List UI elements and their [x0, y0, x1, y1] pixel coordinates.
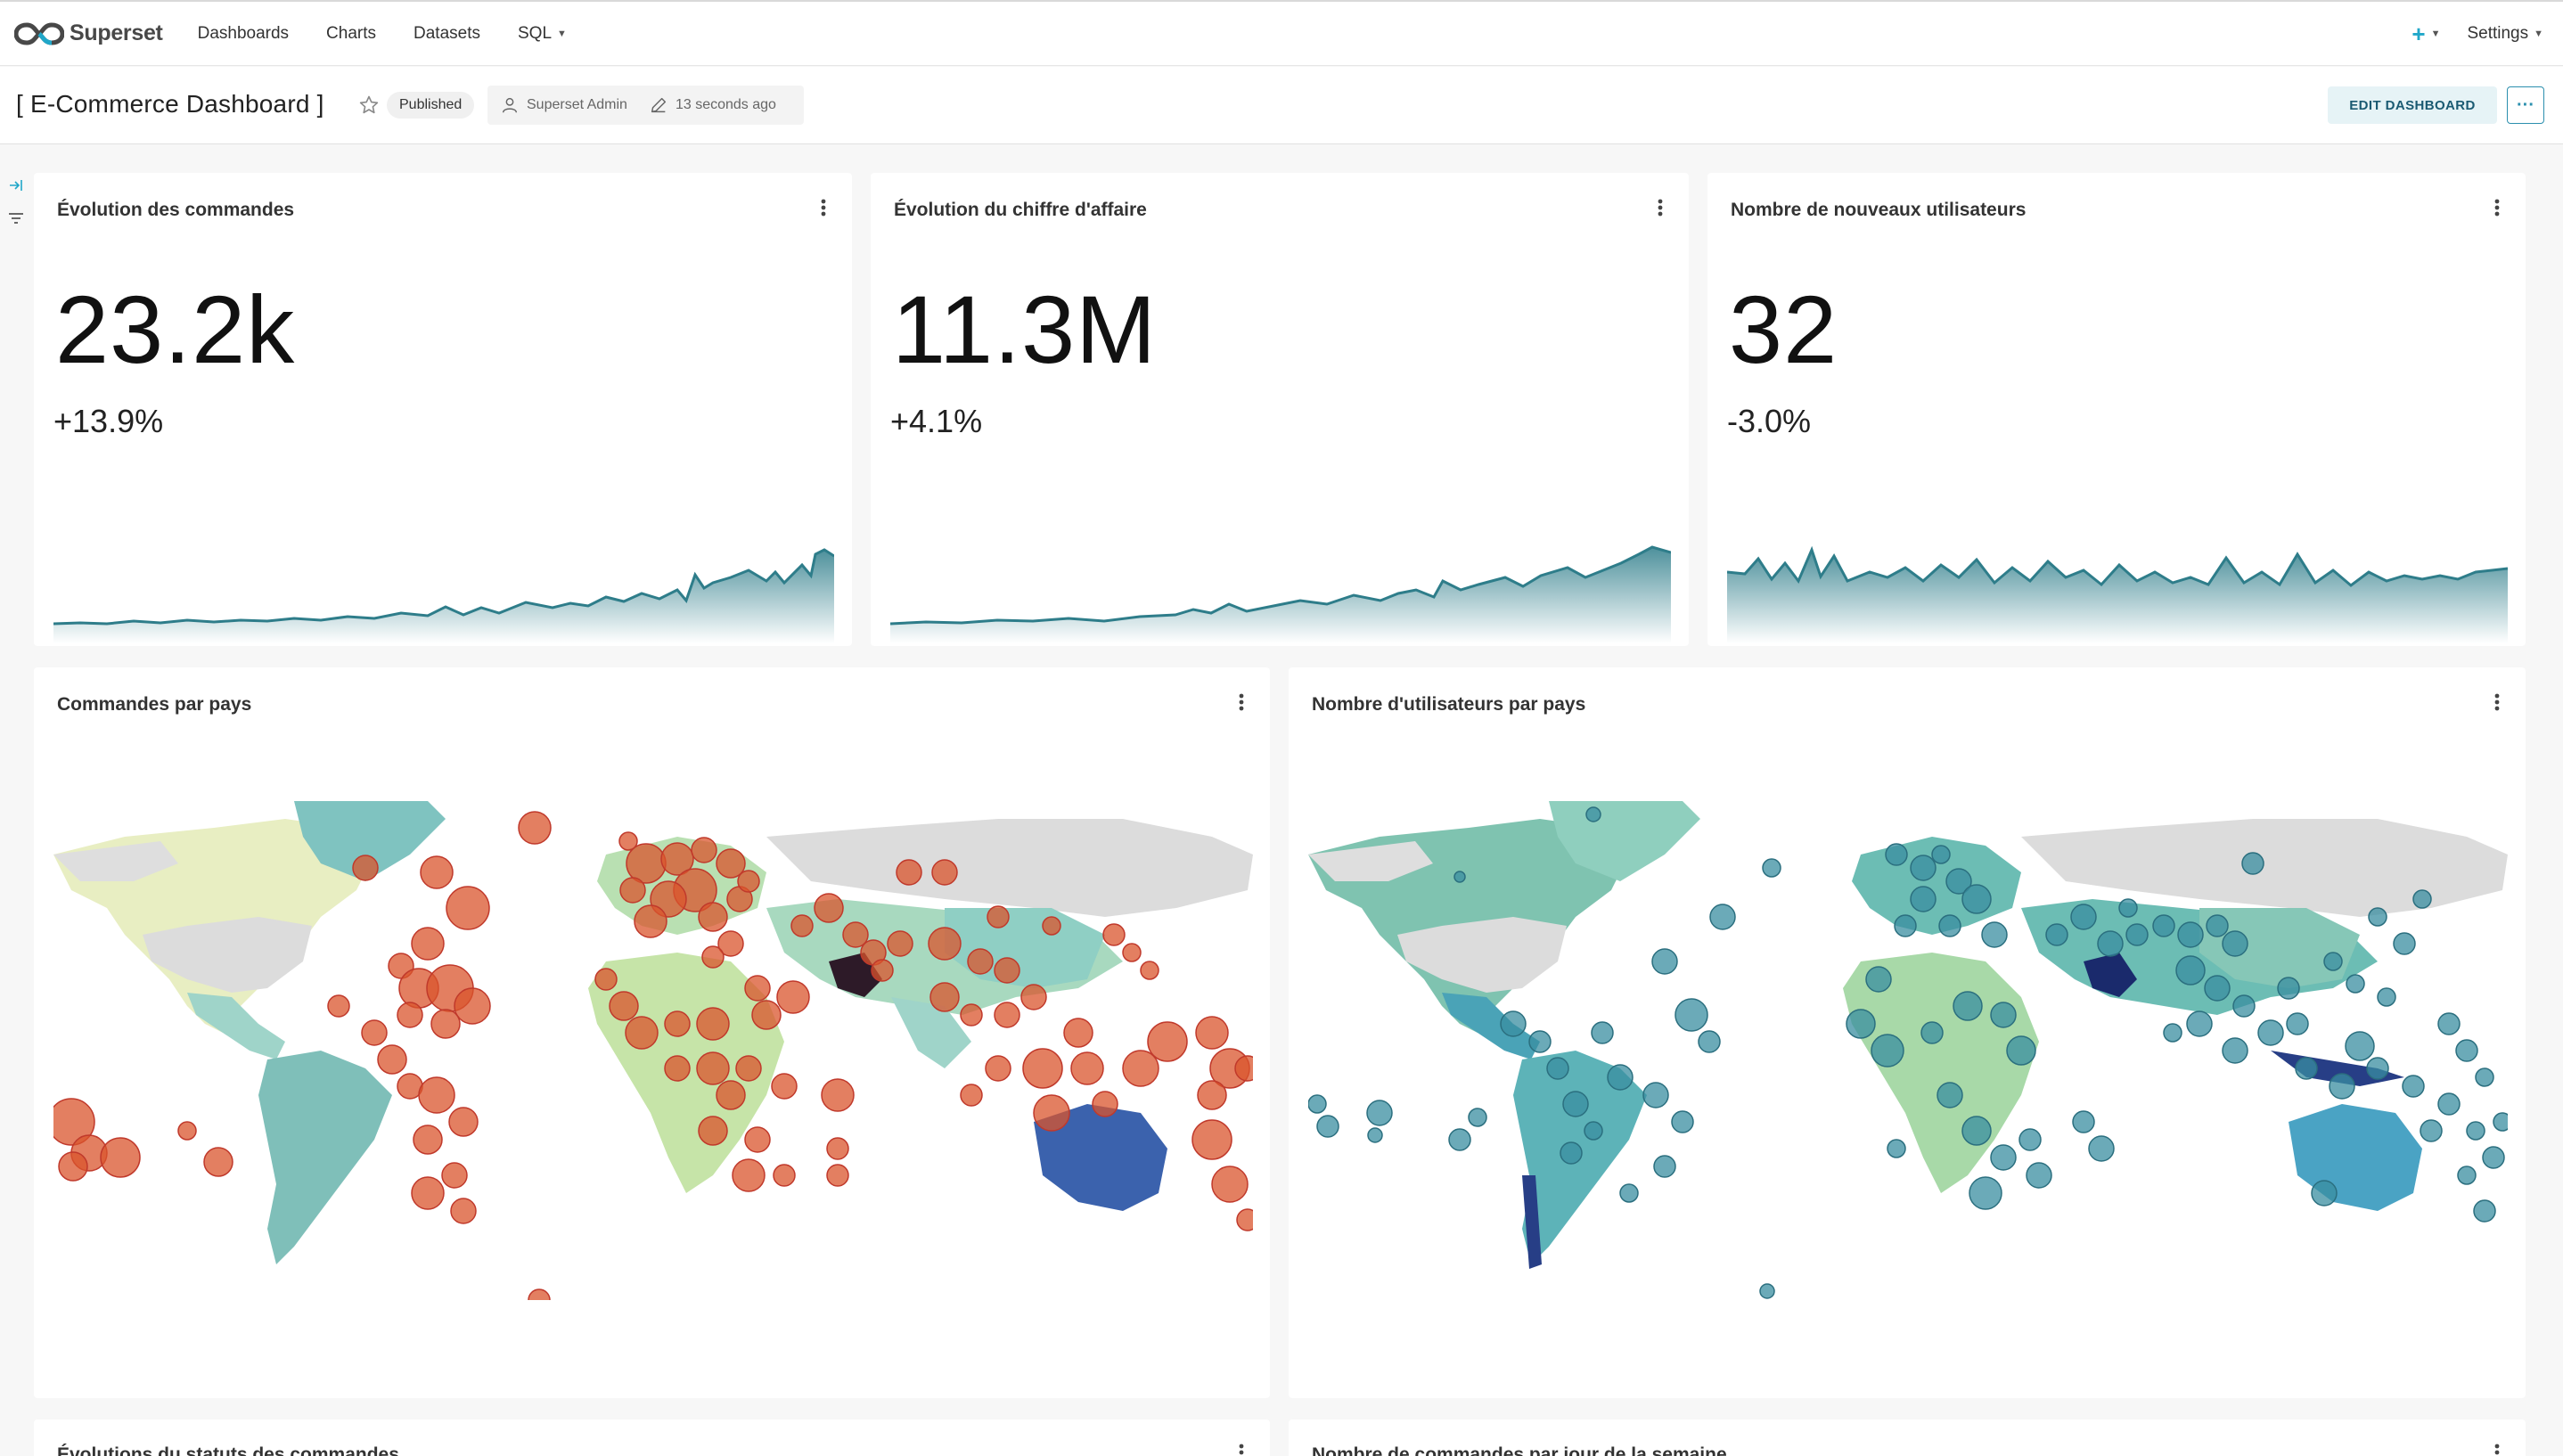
- card-menu-icon[interactable]: [1231, 689, 1252, 716]
- nav-sql[interactable]: SQL ▼: [499, 24, 585, 44]
- settings-menu[interactable]: Settings ▼: [2467, 24, 2543, 44]
- users-world-map[interactable]: [1308, 801, 2508, 1300]
- nav-dashboards-label: Dashboards: [197, 23, 290, 43]
- australia: [2289, 1104, 2422, 1211]
- dashboard-metadata: Superset Admin 13 seconds ago: [487, 86, 804, 125]
- modified-time: 13 seconds ago: [675, 97, 776, 112]
- dashboard-title[interactable]: [ E-Commerce Dashboard ]: [16, 90, 324, 119]
- superset-logo-icon: [14, 21, 64, 45]
- new-users-sparkline: [1727, 545, 2508, 643]
- owner-name: Superset Admin: [527, 97, 627, 112]
- card-menu-icon[interactable]: [1650, 194, 1671, 221]
- revenue-kpi-card: Évolution du chiffre d'affaire 11.3M +4.…: [871, 173, 1689, 646]
- favorite-star-icon[interactable]: [358, 94, 380, 116]
- new-users-kpi-card: Nombre de nouveaux utilisateurs 32 -3.0%: [1707, 173, 2526, 646]
- big-number-value: 32: [1729, 275, 1838, 383]
- card-title: Nombre d'utilisateurs par pays: [1312, 694, 1586, 715]
- card-menu-icon[interactable]: [813, 194, 834, 221]
- user-icon: [502, 97, 518, 113]
- nav-dashboards[interactable]: Dashboards: [179, 24, 307, 44]
- card-title: Évolutions du statuts des commandes: [57, 1444, 399, 1456]
- plus-icon: +: [2412, 20, 2426, 47]
- card-title: Évolution des commandes: [57, 200, 295, 220]
- order-status-card: Évolutions du statuts des commandes: [34, 1419, 1270, 1456]
- card-title: Évolution du chiffre d'affaire: [894, 200, 1147, 220]
- dashboard-header: [ E-Commerce Dashboard ] Published Super…: [0, 67, 2563, 144]
- orders-world-map[interactable]: [53, 801, 1253, 1300]
- central-america: [187, 993, 285, 1059]
- settings-label: Settings: [2467, 24, 2529, 43]
- brand-link[interactable]: Superset: [14, 1, 163, 67]
- card-menu-icon[interactable]: [1231, 1439, 1252, 1456]
- card-menu-icon[interactable]: [2486, 194, 2508, 221]
- south-america: [258, 1051, 392, 1264]
- top-navbar: Superset Dashboards Charts Datasets SQL ▼…: [0, 0, 2563, 66]
- brand-name: Superset: [70, 20, 163, 45]
- users-by-country-card: Nombre d'utilisateurs par pays: [1289, 667, 2526, 1398]
- edit-dashboard-button[interactable]: EDIT DASHBOARD: [2328, 86, 2497, 124]
- more-options-button[interactable]: ···: [2507, 86, 2544, 124]
- card-title: Nombre de commandes par jour de la semai…: [1312, 1444, 1727, 1456]
- filter-icon[interactable]: [7, 209, 25, 227]
- orders-sparkline: [53, 548, 834, 643]
- big-number-value: 23.2k: [55, 275, 296, 383]
- nav-charts-label: Charts: [326, 23, 377, 43]
- revenue-sparkline: [890, 545, 1671, 643]
- new-item-button[interactable]: + ▼: [2412, 20, 2440, 48]
- caret-down-icon: ▼: [2430, 29, 2441, 39]
- nav-datasets-label: Datasets: [414, 23, 480, 43]
- published-badge[interactable]: Published: [387, 92, 475, 119]
- edit-pencil-icon: [651, 97, 667, 113]
- nav-sql-label: SQL: [518, 23, 553, 43]
- caret-down-icon: ▼: [557, 28, 567, 39]
- orders-by-country-card: Commandes par pays: [34, 667, 1270, 1398]
- card-title: Nombre de nouveaux utilisateurs: [1731, 200, 2027, 220]
- orders-kpi-card: Évolution des commandes 23.2k +13.9%: [34, 173, 852, 646]
- big-number-delta: -3.0%: [1727, 403, 1812, 439]
- big-number-value: 11.3M: [892, 275, 1158, 383]
- nav-datasets[interactable]: Datasets: [395, 24, 499, 44]
- expand-filters-icon[interactable]: [7, 176, 25, 194]
- card-menu-icon[interactable]: [2486, 689, 2508, 716]
- big-number-delta: +4.1%: [890, 403, 983, 439]
- ellipsis-icon: ···: [2517, 94, 2534, 115]
- caret-down-icon: ▼: [2534, 29, 2543, 39]
- card-title: Commandes par pays: [57, 694, 252, 715]
- big-number-delta: +13.9%: [53, 403, 164, 439]
- orders-by-weekday-card: Nombre de commandes par jour de la semai…: [1289, 1419, 2526, 1456]
- main-menu: Dashboards Charts Datasets SQL ▼: [179, 24, 585, 44]
- card-menu-icon[interactable]: [2486, 1439, 2508, 1456]
- nav-charts[interactable]: Charts: [307, 24, 395, 44]
